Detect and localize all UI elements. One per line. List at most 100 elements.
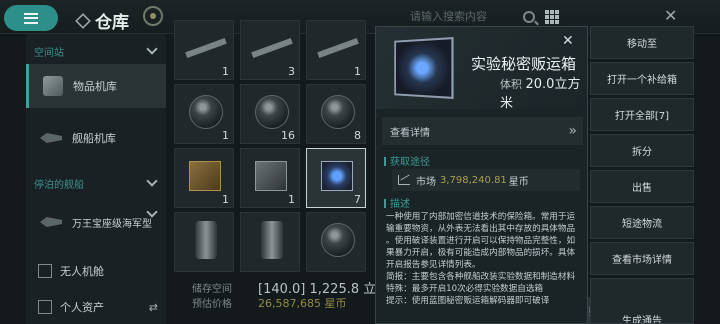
view-detail-button[interactable]: 查看详情 » — [382, 117, 583, 145]
menu-button[interactable] — [4, 5, 58, 31]
open-one-button[interactable]: 打开一个补给箱 — [590, 62, 694, 95]
chevron-down-icon[interactable] — [146, 175, 158, 187]
open-all-button[interactable]: 打开全部[7] — [590, 98, 694, 131]
radar-icon[interactable] — [143, 6, 163, 26]
action-menu: 移动至 打开一个补给箱 打开全部[7] 拆分 出售 短途物流 查看市场详情 生成… — [590, 26, 694, 324]
crate-icon — [189, 161, 221, 191]
orb-icon — [255, 95, 289, 129]
gun-icon — [251, 37, 293, 59]
double-chevron-right-icon: » — [568, 123, 577, 139]
source-market-row[interactable]: 市场 3,798,240.81 星币 — [392, 169, 580, 191]
ship-icon — [40, 217, 62, 227]
inventory-cell[interactable] — [306, 212, 366, 272]
price-label: 预估价格 — [192, 299, 232, 310]
description-line: 提示：使用蓝图秘密贩运箱解码器即可破译 — [386, 296, 550, 306]
close-icon[interactable]: ✕ — [562, 33, 574, 49]
sidebar-item-docked-ship[interactable]: 万王宝座级海军型 — [26, 200, 166, 244]
inventory-cell[interactable]: 16 — [240, 84, 300, 144]
sell-button[interactable]: 出售 — [590, 170, 694, 203]
inventory-cell[interactable]: 1 — [306, 20, 366, 80]
gun-icon — [185, 37, 227, 59]
cube-icon — [43, 76, 63, 96]
source-label: 市场 — [416, 176, 436, 188]
assets-icon — [38, 300, 52, 314]
inventory-cell[interactable] — [174, 212, 234, 272]
inventory-cell[interactable]: 1 — [240, 148, 300, 208]
item-count: 7 — [354, 193, 361, 206]
source-unit: 星币 — [508, 176, 529, 188]
description-line: 简报：主要包含各种舰船改装实验数据和制造材料 — [386, 272, 576, 282]
drone-bay-icon — [38, 264, 52, 278]
sidebar-item-label: 无人机舱 — [60, 265, 104, 278]
orb-icon — [321, 95, 355, 129]
item-count: 16 — [281, 129, 295, 142]
canister-icon — [195, 221, 217, 259]
item-volume: 体积 20.0立方米 — [500, 73, 587, 111]
source-price: 3,798,240.81 — [440, 174, 507, 186]
page-title-group: 仓库 — [75, 8, 129, 33]
sidebar-item-personal-assets[interactable]: 个人资产 ⇄ — [26, 290, 166, 324]
page-title: 仓库 — [95, 13, 129, 33]
inventory-cell[interactable] — [240, 212, 300, 272]
item-count: 3 — [288, 65, 295, 78]
description-line: 果暴力开启，极有可能造成内部物品的损坏。具体 — [386, 248, 576, 258]
item-count: 1 — [222, 193, 229, 206]
search-icon[interactable] — [523, 11, 535, 23]
gun-icon — [317, 37, 359, 59]
description-line: 。使用破译装置进行开启可以保持物品完整性，如 — [386, 236, 576, 246]
short-logistics-button[interactable]: 短途物流 — [590, 206, 694, 239]
item-count: 1 — [222, 129, 229, 142]
item-count: 1 — [288, 193, 295, 206]
sidebar-item-label: 个人资产 — [60, 301, 104, 314]
item-description: 一种使用了内部加密信道技术的保险箱。常用于运 输重要物资，从外表无法看出其中存放… — [386, 211, 582, 307]
warehouse-icon — [75, 12, 91, 29]
sidebar-item-item-hangar[interactable]: 物品机库 — [26, 64, 166, 108]
chevron-down-icon[interactable] — [146, 43, 158, 55]
sidebar-section-station: 空间站 — [34, 48, 64, 59]
canister-icon — [261, 221, 283, 259]
sidebar: 空间站 物品机库 舰船机库 停泊的舰船 万王宝座级海军型 无人机舱 个人资产 ⇄ — [26, 34, 166, 324]
item-count: 1 — [354, 65, 361, 78]
market-detail-button[interactable]: 查看市场详情 — [590, 242, 694, 275]
sidebar-section-ships: 停泊的舰船 — [34, 180, 84, 191]
close-icon[interactable]: ✕ — [664, 6, 680, 25]
description-line: 一种使用了内部加密信道技术的保险箱。常用于运 — [386, 212, 576, 222]
sidebar-item-label: 物品机库 — [73, 80, 117, 93]
secret-crate-icon — [394, 36, 454, 100]
item-name: 实验秘密贩运箱 — [471, 55, 577, 73]
estimated-value: 26,587,685 星币 — [258, 297, 347, 310]
inventory-cell[interactable]: 1 — [174, 84, 234, 144]
inventory-grid: 1 3 1 1 16 8 1 1 7 — [166, 20, 376, 274]
item-count: 1 — [222, 65, 229, 78]
create-notice-button[interactable]: 生成通告 — [590, 278, 694, 324]
view-detail-label: 查看详情 — [390, 127, 430, 139]
sidebar-item-label: 舰船机库 — [72, 132, 116, 145]
ship-name: 万王宝座级海军型 — [72, 218, 152, 230]
crate-grey-icon — [255, 161, 287, 191]
move-to-button[interactable]: 移动至 — [590, 26, 694, 59]
inventory-cell[interactable]: 1 — [174, 148, 234, 208]
inventory-cell[interactable]: 8 — [306, 84, 366, 144]
hamburger-icon — [24, 12, 38, 24]
item-detail-popup: 实验秘密贩运箱 体积 20.0立方米 ✕ 查看详情 » 获取途径 市场 3,79… — [375, 26, 588, 324]
split-button[interactable]: 拆分 — [590, 134, 694, 167]
inventory-cell[interactable]: 3 — [240, 20, 300, 80]
ship-icon — [40, 133, 62, 143]
search-input[interactable]: 请输入搜索内容 — [386, 8, 521, 28]
description-line: 特殊：最多开启10次必得实验数据自选箱 — [386, 284, 544, 294]
swap-icon[interactable]: ⇄ — [149, 301, 158, 314]
item-count: 8 — [354, 129, 361, 142]
inventory-cell[interactable]: 1 — [174, 20, 234, 80]
volume-label: 体积 — [500, 78, 522, 91]
inventory-cell-selected[interactable]: 7 — [306, 148, 366, 208]
sidebar-item-ship-hangar[interactable]: 舰船机库 — [26, 116, 166, 160]
create-notice-label: 生成通告 — [622, 316, 662, 324]
source-section-title: 获取途径 — [384, 153, 430, 168]
description-section-title: 描述 — [384, 195, 410, 210]
orb-icon — [189, 95, 223, 129]
description-line: 开启报告参见详情列表。 — [386, 260, 481, 270]
storage-label: 储存空间 — [192, 284, 232, 295]
sidebar-item-drone-bay[interactable]: 无人机舱 — [26, 256, 166, 286]
grid-view-icon[interactable] — [545, 10, 559, 24]
description-line: 输重要物资，从外表无法看出其中存放的具体物品 — [386, 224, 576, 234]
